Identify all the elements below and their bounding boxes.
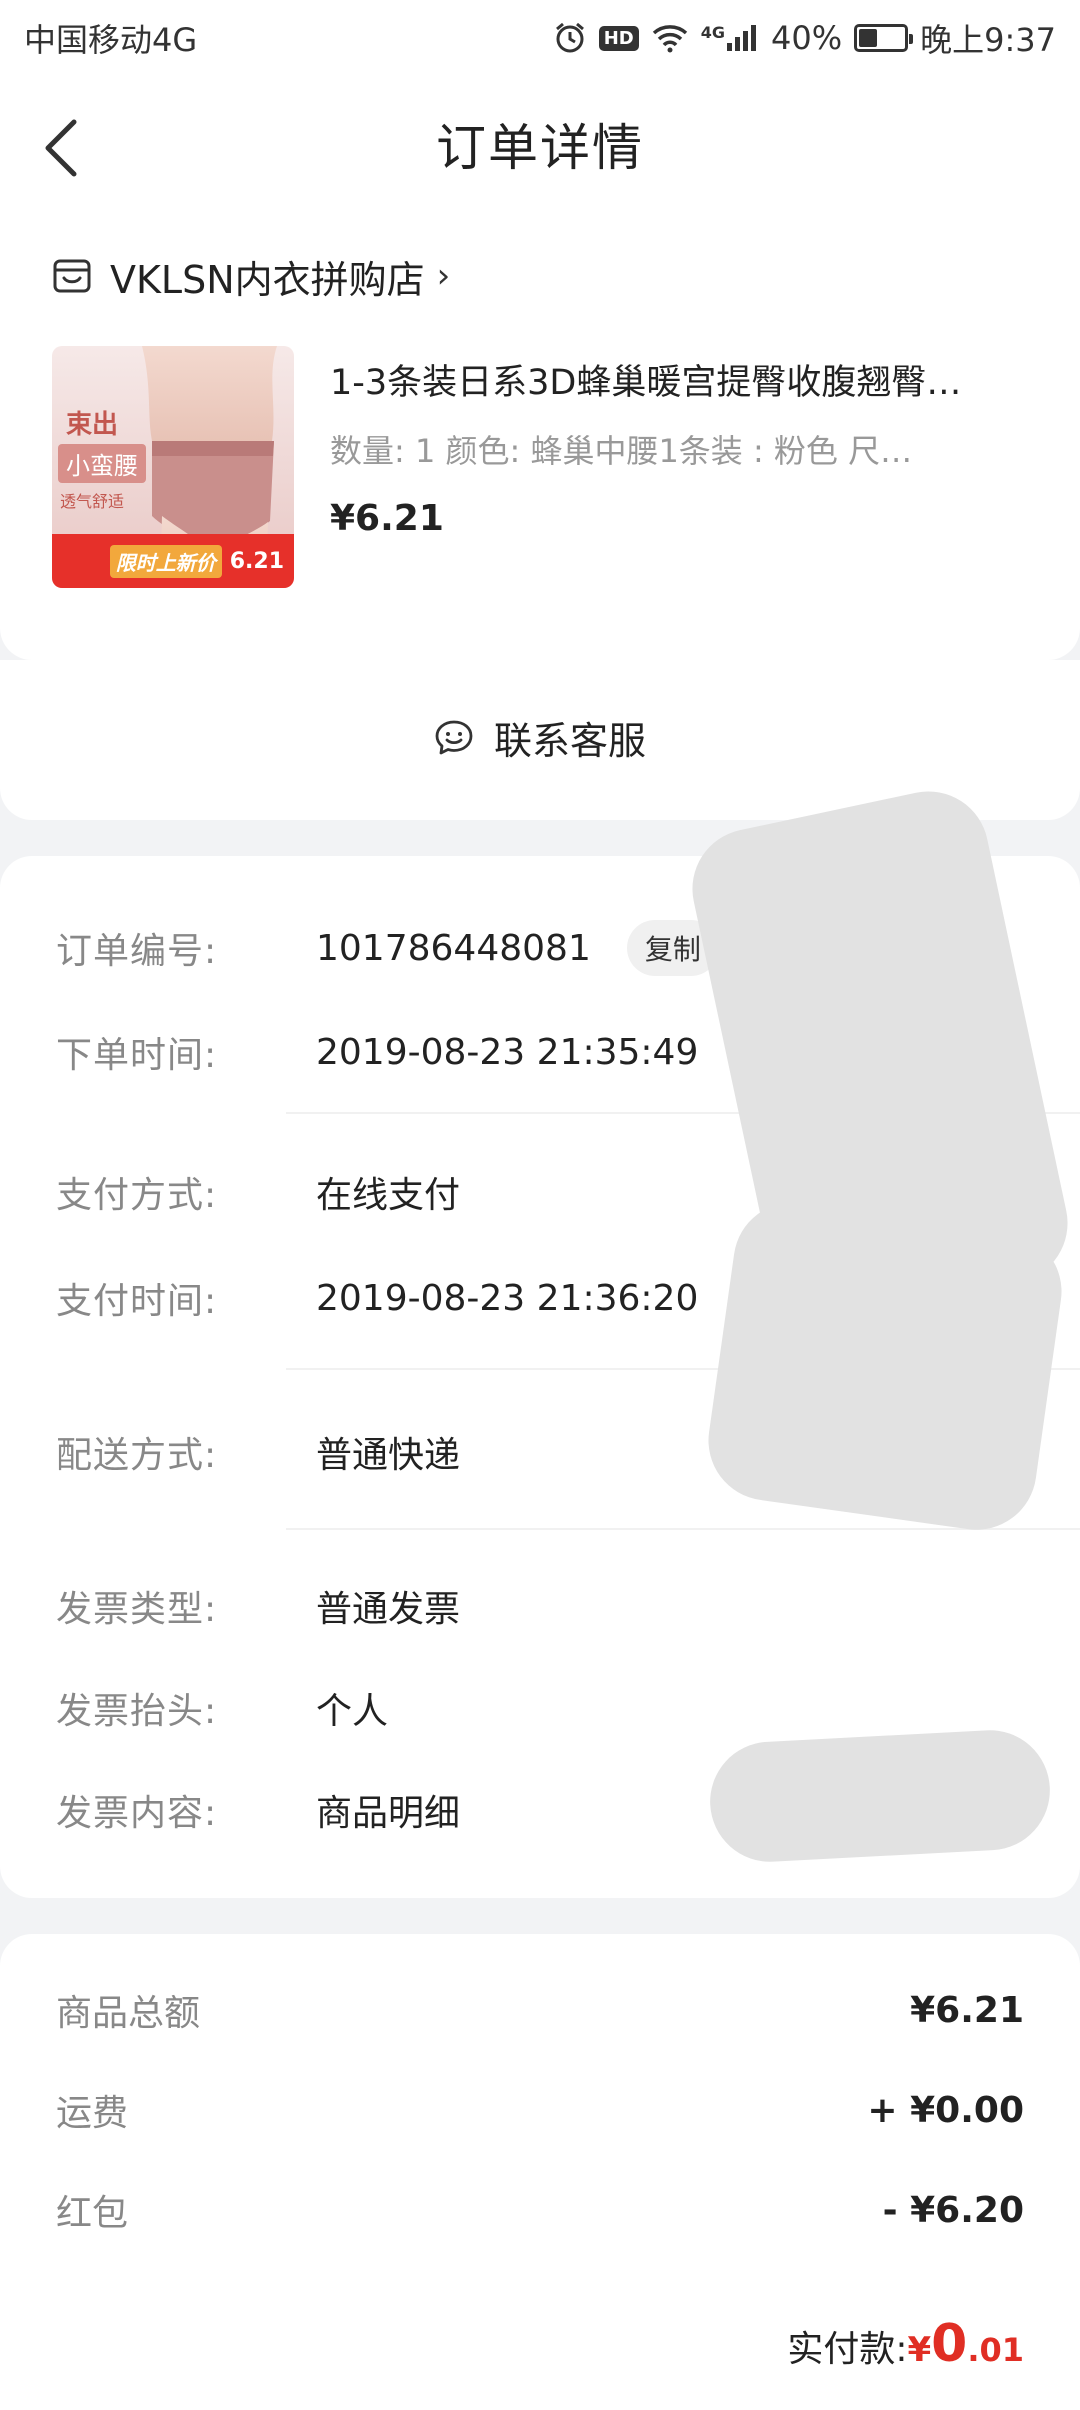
contact-service-label: 联系客服: [493, 719, 646, 763]
product-title[interactable]: 1-3条装日系3D蜂巢暖宫提臀收腹翘臀…: [330, 354, 1030, 405]
invoice-content-value: 商品明细: [316, 1793, 461, 1834]
red-packet-value: - ¥6.20: [882, 2189, 1024, 2231]
product-spec: 数量: 1 颜色: 蜂巢中腰1条装 : 粉色 尺…: [330, 432, 913, 470]
pay-time-row: 支付时间: 2019-08-23 21:36:20: [56, 1268, 698, 1328]
invoice-title-row: 发票抬头: 个人: [56, 1678, 388, 1738]
redaction-scribble: [700, 1194, 1070, 1538]
divider: [286, 1528, 1080, 1530]
paid-decimal: .01: [967, 2331, 1024, 2369]
invoice-type-value: 普通发票: [316, 1589, 461, 1630]
goods-total-value: ¥6.21: [910, 1989, 1024, 2031]
pay-time-value: 2019-08-23 21:36:20: [316, 1277, 699, 1319]
alarm-icon: [553, 21, 587, 55]
delivery-row: 配送方式: 普通快递: [56, 1422, 460, 1482]
goods-total-label: 商品总额: [56, 1993, 201, 2034]
image-banner-label: 限时上新价: [109, 544, 222, 578]
image-caption-3: 透气舒适: [60, 492, 125, 511]
wifi-icon: [651, 23, 689, 53]
product-card: VKLSN内衣拼购店 › 束出 小蛮腰 透气舒适 限时上新价 6.21 1-3条…: [0, 220, 1080, 660]
network-label: 4G: [700, 23, 725, 42]
shipping-value: + ¥0.00: [867, 2089, 1024, 2131]
paid-amount-row: 实付款: ¥ 0 .01: [787, 2314, 1024, 2374]
page-title: 订单详情: [436, 119, 644, 177]
nav-bar: 订单详情: [0, 76, 1080, 220]
invoice-content-row: 发票内容: 商品明细: [56, 1780, 460, 1840]
battery-percent: 40%: [771, 19, 843, 57]
hd-badge: HD: [598, 25, 639, 51]
paid-currency: ¥: [907, 2330, 932, 2370]
store-icon: [53, 259, 91, 293]
pay-time-label: 支付时间:: [56, 1281, 218, 1322]
clock: 晚上9:37: [920, 21, 1056, 59]
signal-icon: 4G: [701, 23, 759, 53]
image-banner-price: 6.21: [229, 548, 284, 574]
image-price-banner: 限时上新价 6.21: [52, 534, 294, 588]
product-image[interactable]: 束出 小蛮腰 透气舒适 限时上新价 6.21: [52, 346, 294, 588]
invoice-content-label: 发票内容:: [56, 1793, 218, 1834]
chevron-right-icon: ›: [436, 256, 451, 296]
shipping-row: 运费 + ¥0.00: [56, 2080, 1024, 2140]
order-time-label: 下单时间:: [56, 1035, 218, 1076]
image-caption-2: 小蛮腰: [58, 444, 146, 483]
red-packet-label: 红包: [56, 2193, 129, 2234]
order-time-value: 2019-08-23 21:35:49: [316, 1031, 699, 1073]
status-bar: 中国移动4G HD 4G 40% 晚上9:37: [0, 0, 1080, 76]
red-packet-row: 红包 - ¥6.20: [56, 2180, 1024, 2240]
paid-label: 实付款:: [787, 2329, 908, 2370]
paid-integer: 0: [931, 2314, 968, 2374]
order-number-label: 订单编号:: [56, 931, 218, 972]
shop-name: VKLSN内衣拼购店: [110, 257, 425, 302]
invoice-title-label: 发票抬头:: [56, 1691, 218, 1732]
battery-fill: [859, 29, 877, 47]
pay-method-row: 支付方式: 在线支付: [56, 1162, 460, 1222]
product-price: ¥6.21: [330, 498, 444, 539]
shipping-label: 运费: [56, 2093, 129, 2134]
pay-method-value: 在线支付: [316, 1175, 461, 1216]
image-caption-1: 束出: [66, 410, 119, 440]
order-number-row: 订单编号: 101786448081 复制: [56, 918, 719, 978]
price-summary-card: 商品总额 ¥6.21 运费 + ¥0.00 红包 - ¥6.20 实付款: ¥ …: [0, 1934, 1080, 2410]
delivery-value: 普通快递: [316, 1435, 461, 1476]
pay-method-label: 支付方式:: [56, 1175, 218, 1216]
order-time-row: 下单时间: 2019-08-23 21:35:49: [56, 1022, 698, 1082]
chat-smile-icon: [435, 720, 473, 754]
order-info-card: 订单编号: 101786448081 复制 下单时间: 2019-08-23 2…: [0, 780, 1080, 1898]
invoice-type-label: 发票类型:: [56, 1589, 218, 1630]
invoice-type-row: 发票类型: 普通发票: [56, 1576, 460, 1636]
order-number-value: 101786448081: [316, 927, 591, 969]
contact-service-button[interactable]: 联系客服: [0, 710, 1080, 765]
redaction-scribble: [707, 1727, 1053, 1865]
goods-total-row: 商品总额 ¥6.21: [56, 1980, 1024, 2040]
battery-icon: [854, 24, 914, 52]
delivery-label: 配送方式:: [56, 1435, 218, 1476]
carrier-label: 中国移动4G: [24, 21, 198, 59]
invoice-title-value: 个人: [316, 1691, 389, 1732]
shop-link[interactable]: VKLSN内衣拼购店 ›: [52, 248, 450, 304]
